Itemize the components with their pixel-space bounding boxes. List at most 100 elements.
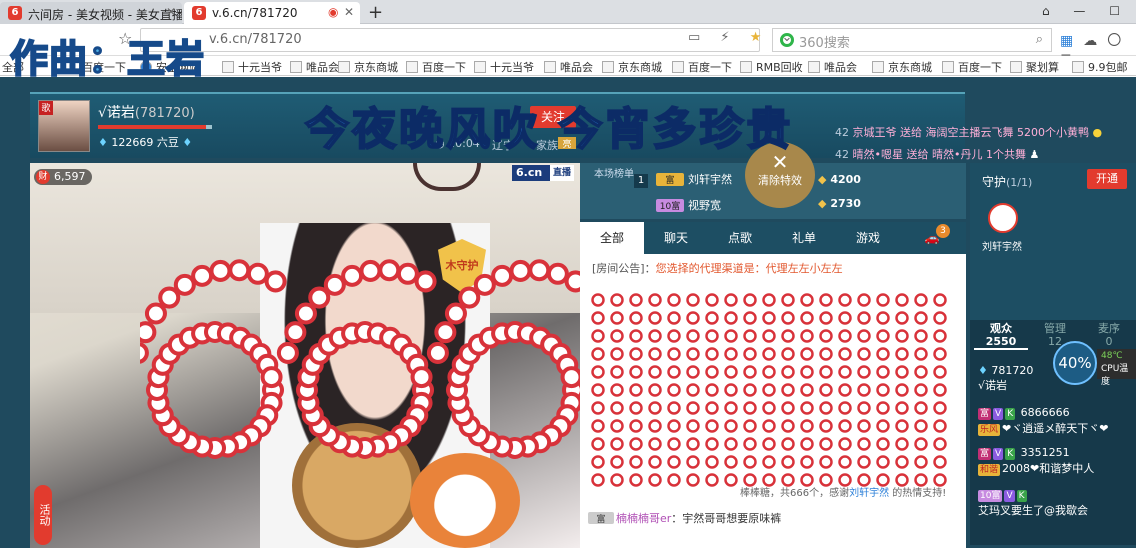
recording-icon: ◉: [328, 5, 339, 19]
search-icon[interactable]: ⌕: [1036, 32, 1043, 47]
bookmark[interactable]: 唯品会: [808, 59, 857, 75]
lollipop-icon: [819, 401, 833, 415]
lollipop-icon: [610, 365, 624, 379]
bookmark[interactable]: 京东商城: [602, 59, 662, 75]
lollipop-icon: [895, 329, 909, 343]
song-badge-icon: 歌: [39, 101, 53, 115]
lollipop-icon: [509, 259, 532, 282]
lollipop-icon: [648, 293, 662, 307]
guard-name[interactable]: 刘轩宇然: [982, 238, 1022, 253]
bookmark[interactable]: 聚划算: [1010, 59, 1059, 75]
avatar[interactable]: 歌: [38, 100, 90, 152]
window-controls[interactable]: ⌂ — ☐: [1042, 4, 1130, 18]
tab-game[interactable]: 游戏: [836, 222, 900, 254]
search-engine-icon: [780, 33, 794, 47]
list-item[interactable]: 富VK 3351251 和谐 2008❤和谐梦中人: [978, 446, 1136, 476]
bookmark[interactable]: 9.9包邮: [1072, 59, 1128, 75]
new-tab-button[interactable]: +: [368, 2, 383, 23]
lollipop-icon: [648, 401, 662, 415]
browser-tab-bar: 6 六间房 - 美女视频 - 美女直播 ✕ 6 v.6.cn/781720 ◉ …: [0, 0, 1136, 24]
lollipop-icon: [591, 383, 605, 397]
bookmark[interactable]: 百度一下: [942, 59, 1002, 75]
url-input[interactable]: v.6.cn/781720: [140, 28, 760, 52]
list-item[interactable]: 富VK 6866666 乐风 ❤ヾ逍遥メ醉天下ヾ❤: [978, 406, 1136, 436]
lollipop-icon: [260, 366, 283, 389]
lollipop-icon: [359, 259, 382, 282]
bookmark[interactable]: 十元当爷: [474, 59, 534, 75]
lollipop-icon: [591, 473, 605, 487]
lollipop-icon: [857, 311, 871, 325]
room-id: (781720): [134, 106, 195, 121]
lollipop-icon: [686, 347, 700, 361]
search-input[interactable]: 360搜索 ⌕: [772, 28, 1052, 52]
lollipop-icon: [819, 419, 833, 433]
lollipop-icon: [876, 419, 890, 433]
lollipop-icon: [434, 321, 457, 344]
lollipop-icon: [648, 473, 662, 487]
lollipop-icon: [591, 401, 605, 415]
close-icon[interactable]: ✕: [166, 5, 176, 19]
lollipop-icon: [743, 347, 757, 361]
lollipop-icon: [610, 347, 624, 361]
cpu-usage-widget[interactable]: 40%: [1053, 341, 1097, 385]
lollipop-icon: [686, 293, 700, 307]
lollipop-icon: [819, 473, 833, 487]
browser-tab[interactable]: 6 六间房 - 美女视频 - 美女直播 ✕: [0, 2, 182, 24]
lollipop-icon: [473, 273, 496, 296]
lollipop-icon: [800, 473, 814, 487]
tab-mic-queue[interactable]: 麦序 0: [1082, 320, 1136, 350]
bookmark[interactable]: 京东商城: [338, 59, 398, 75]
gift-feed: 42 京城王爷 送给 海阔空主播云飞舞 5200个小黄鸭 ● 42 晴然•嗯星 …: [835, 124, 1102, 168]
bookmark-icon: [474, 61, 486, 73]
anchor-name[interactable]: √诺岩(781720): [98, 102, 195, 122]
bookmark[interactable]: 十元当爷: [222, 59, 282, 75]
bookmark-icon: [544, 61, 556, 73]
tab-viewers[interactable]: 观众 2550: [974, 320, 1028, 350]
lollipop-icon: [762, 419, 776, 433]
activity-button[interactable]: 活动: [34, 485, 52, 545]
close-icon[interactable]: ✕: [344, 5, 354, 19]
bookmark[interactable]: 京东商城: [872, 59, 932, 75]
bookmark-icon: [602, 61, 614, 73]
bookmark[interactable]: RMB回收: [740, 59, 803, 75]
lollipop-icon: [781, 437, 795, 451]
lollipop-icon: [591, 311, 605, 325]
six-logo-icon: 6: [192, 6, 206, 20]
guard-avatar[interactable]: [988, 203, 1018, 233]
lollipop-icon: [781, 347, 795, 361]
open-guard-button[interactable]: 开通: [1087, 169, 1127, 189]
tab-car[interactable]: 🚗: [900, 222, 964, 254]
bookmark[interactable]: 唯品会: [544, 59, 593, 75]
tab-all[interactable]: 全部: [580, 222, 644, 254]
lollipop-icon: [838, 401, 852, 415]
level-badge: 富: [978, 448, 992, 460]
tab-chat[interactable]: 聊天: [644, 222, 708, 254]
lollipop-icon: [591, 437, 605, 451]
lollipop-icon: [686, 311, 700, 325]
lollipop-icon: [414, 270, 437, 293]
lollipop-icon: [914, 401, 928, 415]
lollipop-icon: [629, 383, 643, 397]
lollipop-icon: [762, 365, 776, 379]
tab-gift-list[interactable]: 礼单: [772, 222, 836, 254]
lollipop-icon: [724, 293, 738, 307]
lollipop-icon: [914, 473, 928, 487]
lollipop-icon: [246, 262, 269, 285]
lollipop-icon: [667, 401, 681, 415]
lollipop-icon: [876, 383, 890, 397]
browser-tab-active[interactable]: 6 v.6.cn/781720 ◉ ✕: [184, 2, 360, 24]
lollipop-icon: [341, 264, 364, 287]
list-item[interactable]: 10富 V K 艾玛叉要生了@我歇会: [978, 488, 1136, 518]
bookmark[interactable]: 百度一下: [406, 59, 466, 75]
tab-song[interactable]: 点歌: [708, 222, 772, 254]
lollipop-icon: [264, 270, 287, 293]
bookmark[interactable]: 百度一下: [672, 59, 732, 75]
lollipop-icon: [743, 419, 757, 433]
lollipop-icon: [819, 311, 833, 325]
lollipop-icon: [857, 473, 871, 487]
lollipop-666-effect: [140, 259, 587, 460]
lollipop-icon: [819, 455, 833, 469]
bookmark-icon: [222, 61, 234, 73]
bookmark[interactable]: 唯品会: [290, 59, 339, 75]
dou-count: ♦ 122669 六豆 ♦: [98, 136, 193, 149]
